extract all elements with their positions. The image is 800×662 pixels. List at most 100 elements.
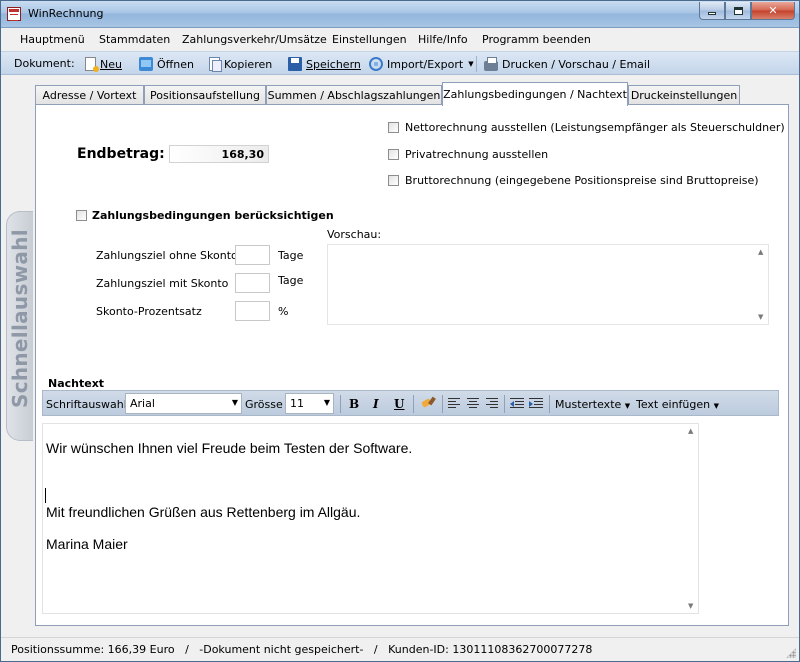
editor-toolbar: Schriftauswahl Arial ▼ Grösse 11 ▼ B I U… xyxy=(42,390,779,416)
menu-bar: Hauptmenü Stammdaten Zahlungsverkehr/Ums… xyxy=(1,28,799,51)
text-caret xyxy=(45,488,46,503)
outdent-icon[interactable] xyxy=(510,398,524,410)
text-einfuegen-button[interactable]: Text einfügen ▼ xyxy=(636,398,719,411)
nachtext-editor[interactable]: Wir wünschen Ihnen viel Freude beim Test… xyxy=(42,423,699,614)
close-icon: ✕ xyxy=(768,4,778,17)
vorschau-scrollbar[interactable]: ▲ ▼ xyxy=(755,245,768,324)
editor-scrollbar[interactable]: ▲ ▼ xyxy=(685,424,698,613)
maximize-button[interactable] xyxy=(725,2,751,20)
size-select-value: 11 xyxy=(290,397,304,410)
mit-skonto-input[interactable] xyxy=(235,273,270,293)
chevron-down-icon: ▼ xyxy=(231,398,238,407)
menu-stammdaten[interactable]: Stammdaten xyxy=(99,33,170,46)
chevron-down-icon: ▼ xyxy=(323,398,330,407)
toolbar-label: Dokument: xyxy=(14,57,75,70)
indent-icon[interactable] xyxy=(529,398,543,410)
editor-line: Wir wünschen Ihnen viel Freude beim Test… xyxy=(46,440,413,456)
minimize-icon xyxy=(708,12,716,15)
skonto-prozent-input[interactable] xyxy=(235,301,270,321)
privat-label[interactable]: Privatrechnung ausstellen xyxy=(405,148,548,161)
status-text: Positionssumme: 166,39 Euro / -Dokument … xyxy=(11,643,593,656)
font-select[interactable]: Arial ▼ xyxy=(125,393,242,414)
toolbar-separator xyxy=(476,56,477,72)
format-painter-icon[interactable] xyxy=(422,397,436,409)
side-tab-label: Schnellauswahl xyxy=(8,229,32,408)
mustertexte-button[interactable]: Mustertexte ▼ xyxy=(555,398,630,411)
zahlungsbedingungen-checkbox[interactable] xyxy=(76,210,87,221)
window-controls: ✕ xyxy=(699,2,795,20)
print-label: Drucken / Vorschau / Email xyxy=(502,57,651,71)
scroll-down-icon[interactable]: ▼ xyxy=(688,602,693,610)
new-button[interactable]: Neu xyxy=(85,55,122,73)
endbetrag-label: Endbetrag: xyxy=(77,146,165,162)
chevron-down-icon: ▼ xyxy=(624,402,631,410)
brutto-label[interactable]: Bruttorechnung (eingegebene Positionspre… xyxy=(405,174,759,187)
schnellauswahl-side-tab[interactable]: Schnellauswahl xyxy=(6,211,33,441)
print-button[interactable]: Drucken / Vorschau / Email xyxy=(484,55,650,73)
chevron-down-icon: ▼ xyxy=(468,60,474,68)
menu-hilfe-info[interactable]: Hilfe/Info xyxy=(418,33,468,46)
italic-button[interactable]: I xyxy=(373,397,379,411)
endbetrag-value: 168,30 xyxy=(169,145,269,163)
ohne-skonto-label: Zahlungsziel ohne Skonto xyxy=(96,249,238,262)
import-export-button[interactable]: Import/Export ▼ xyxy=(369,55,474,73)
editor-line: Mit freundlichen Grüßen aus Rettenberg i… xyxy=(46,504,361,520)
align-center-icon[interactable] xyxy=(467,398,479,410)
open-button[interactable]: Öffnen xyxy=(139,55,194,73)
bold-button[interactable]: B xyxy=(349,397,359,411)
scroll-down-icon[interactable]: ▼ xyxy=(758,313,763,321)
align-left-icon[interactable] xyxy=(448,398,460,410)
size-select[interactable]: 11 ▼ xyxy=(285,393,334,414)
open-folder-icon xyxy=(139,57,153,71)
menu-programm-beenden[interactable]: Programm beenden xyxy=(482,33,591,46)
close-button[interactable]: ✕ xyxy=(751,2,795,20)
font-select-value: Arial xyxy=(130,397,155,410)
app-icon[interactable] xyxy=(7,7,21,21)
mit-skonto-label: Zahlungsziel mit Skonto xyxy=(96,277,229,290)
toolbar-separator xyxy=(549,395,550,413)
tab-druckeinstellungen[interactable]: Druckeinstellungen xyxy=(628,85,740,105)
scroll-up-icon[interactable]: ▲ xyxy=(758,248,763,256)
font-label: Schriftauswahl xyxy=(46,398,127,411)
ohne-skonto-unit: Tage xyxy=(278,249,304,262)
privat-checkbox[interactable] xyxy=(388,149,399,160)
open-label: Öffnen xyxy=(157,57,194,71)
toolbar-separator xyxy=(504,395,505,413)
minimize-button[interactable] xyxy=(699,2,725,20)
tab-summen-abschlagszahlungen[interactable]: Summen / Abschlagszahlungen xyxy=(266,85,442,105)
printer-icon xyxy=(484,57,498,71)
new-document-icon xyxy=(85,57,99,72)
nachtext-title: Nachtext xyxy=(48,377,105,390)
ohne-skonto-input[interactable] xyxy=(235,245,270,265)
menu-hauptmenue[interactable]: Hauptmenü xyxy=(20,33,85,46)
resize-grip-icon[interactable] xyxy=(786,648,796,658)
floppy-disk-icon xyxy=(288,57,302,71)
new-label: Neu xyxy=(100,57,122,71)
save-button[interactable]: Speichern xyxy=(288,55,361,73)
chevron-down-icon: ▼ xyxy=(713,402,719,410)
copy-icon xyxy=(209,57,222,72)
copy-button[interactable]: Kopieren xyxy=(209,55,272,73)
window-title: WinRechnung xyxy=(28,7,104,20)
tab-adresse-vortext[interactable]: Adresse / Vortext xyxy=(35,85,144,105)
netto-label[interactable]: Nettorechnung ausstellen (Leistungsempfä… xyxy=(405,121,785,134)
text-einfuegen-label: Text einfügen xyxy=(636,398,711,411)
tab-positionsaufstellung[interactable]: Positionsaufstellung xyxy=(144,85,266,105)
brutto-checkbox[interactable] xyxy=(388,175,399,186)
toolbar-separator xyxy=(413,395,414,413)
size-label: Grösse xyxy=(245,398,283,411)
underline-button[interactable]: U xyxy=(394,397,404,411)
vorschau-box[interactable]: ▲ ▼ xyxy=(327,244,769,325)
toolbar-separator xyxy=(340,395,341,413)
scroll-up-icon[interactable]: ▲ xyxy=(688,427,693,435)
align-right-icon[interactable] xyxy=(486,398,498,410)
title-bar[interactable]: WinRechnung ✕ xyxy=(1,1,799,28)
menu-einstellungen[interactable]: Einstellungen xyxy=(332,33,407,46)
netto-checkbox[interactable] xyxy=(388,122,399,133)
save-label: Speichern xyxy=(306,57,361,71)
tab-zahlungsbedingungen-nachtext[interactable]: Zahlungsbedingungen / Nachtext xyxy=(442,82,628,106)
app-window: WinRechnung ✕ Hauptmenü Stammdaten Zahlu… xyxy=(0,0,800,662)
zahlungsbedingungen-label[interactable]: Zahlungsbedingungen berücksichtigen xyxy=(92,209,334,222)
toolbar-separator xyxy=(442,395,443,413)
menu-zahlungsverkehr[interactable]: Zahlungsverkehr/Umsätze xyxy=(182,33,327,46)
